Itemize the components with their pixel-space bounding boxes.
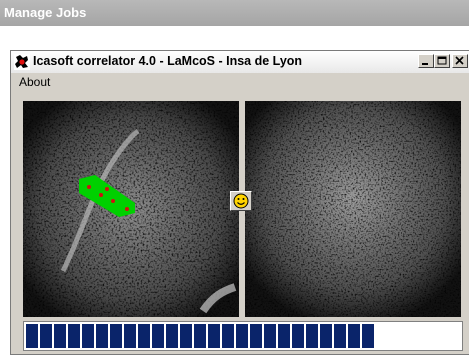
close-icon: [455, 56, 464, 65]
progress-segment: [236, 324, 248, 348]
progress-segment: [334, 324, 346, 348]
progress-segment: [40, 324, 52, 348]
app-logo-icon: [14, 54, 30, 70]
speckle-image-right: [245, 101, 461, 317]
progress-segment: [306, 324, 318, 348]
maximize-icon: [437, 56, 447, 65]
run-correlation-button[interactable]: [230, 191, 252, 211]
progress-segment: [362, 324, 374, 348]
menu-item-about[interactable]: About: [19, 75, 50, 89]
progress-segment: [180, 324, 192, 348]
window-title: Icasoft correlator 4.0 - LaMcoS - Insa d…: [33, 54, 303, 68]
window-titlebar[interactable]: Icasoft correlator 4.0 - LaMcoS - Insa d…: [11, 51, 469, 74]
progress-segment: [222, 324, 234, 348]
progress-segment: [110, 324, 122, 348]
manage-jobs-titlebar[interactable]: Manage Jobs: [0, 0, 469, 26]
deformed-image-panel[interactable]: [245, 101, 461, 317]
progress-segment: [208, 324, 220, 348]
progress-segment: [124, 324, 136, 348]
progress-segment: [152, 324, 164, 348]
progress-segment: [54, 324, 66, 348]
progress-bar: [23, 321, 463, 351]
progress-segment: [278, 324, 290, 348]
progress-segment: [250, 324, 262, 348]
close-button[interactable]: [452, 54, 468, 68]
progress-segment: [96, 324, 108, 348]
smiley-icon: [233, 193, 249, 209]
progress-segment: [166, 324, 178, 348]
progress-segment: [26, 324, 38, 348]
progress-segment: [348, 324, 360, 348]
manage-jobs-title: Manage Jobs: [4, 5, 87, 20]
progress-segment: [292, 324, 304, 348]
progress-segment: [68, 324, 80, 348]
minimize-icon: [422, 63, 428, 65]
progress-segment: [264, 324, 276, 348]
progress-segment: [82, 324, 94, 348]
speckle-image-left: [23, 101, 239, 317]
progress-segment: [194, 324, 206, 348]
menu-bar: About: [11, 73, 469, 91]
maximize-button[interactable]: [434, 54, 450, 68]
minimize-button[interactable]: [418, 54, 434, 68]
progress-segment: [320, 324, 332, 348]
progress-segment: [138, 324, 150, 348]
correlator-window: Icasoft correlator 4.0 - LaMcoS - Insa d…: [10, 50, 469, 355]
manage-jobs-body: [0, 26, 469, 50]
reference-image-panel[interactable]: [23, 101, 239, 317]
